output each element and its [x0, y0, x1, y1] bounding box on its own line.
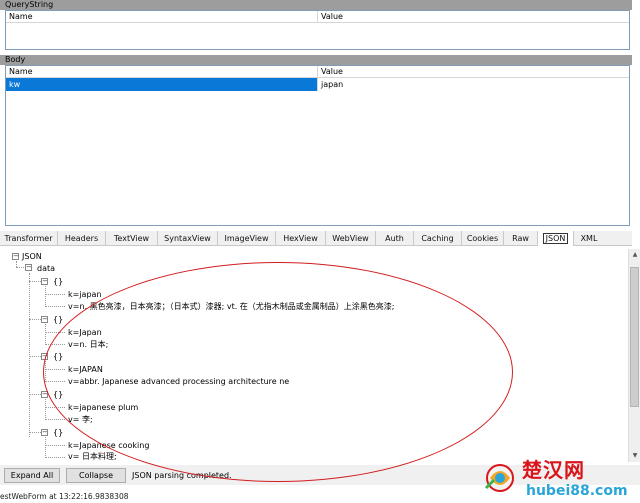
parse-status: JSON parsing completed.: [132, 471, 232, 480]
watermark-url: hubei88.com: [526, 483, 628, 499]
querystring-col-name: Name: [6, 11, 318, 22]
tree-leaf-key[interactable]: k=Japanese cooking: [68, 440, 149, 451]
scroll-thumb[interactable]: [630, 267, 639, 407]
querystring-grid[interactable]: Name Value: [5, 10, 630, 50]
tab-hexview[interactable]: HexView: [276, 231, 326, 246]
tree-leaf-key[interactable]: k=japanese plum: [68, 402, 138, 413]
collapse-icon[interactable]: −: [12, 253, 19, 260]
tree-leaf-key[interactable]: k=JAPAN: [68, 364, 103, 375]
tab-transformer[interactable]: Transformer: [0, 231, 58, 246]
tab-raw[interactable]: Raw: [504, 231, 538, 246]
tab-auth[interactable]: Auth: [376, 231, 414, 246]
body-grid[interactable]: Name Value kw japan: [5, 65, 630, 226]
collapse-icon[interactable]: −: [41, 429, 48, 436]
json-tree[interactable]: − JSON − data − {} k=japan v=n. 黑色亮漆，日本亮…: [2, 249, 628, 462]
tab-syntaxview[interactable]: SyntaxView: [158, 231, 218, 246]
tree-node-item[interactable]: {}: [53, 389, 63, 400]
tree-scrollbar[interactable]: ▲ ▼: [628, 249, 640, 462]
querystring-title: QueryString: [0, 0, 632, 10]
querystring-header: Name Value: [6, 11, 629, 23]
watermark-logo-icon: [484, 464, 514, 492]
tree-node-item[interactable]: {}: [53, 351, 63, 362]
body-header: Name Value: [6, 66, 629, 78]
tree-leaf-value[interactable]: v= 李;: [68, 414, 93, 425]
tree-node-root[interactable]: JSON: [22, 251, 42, 262]
tree-node-item[interactable]: {}: [53, 314, 63, 325]
body-col-name: Name: [6, 66, 318, 77]
body-row[interactable]: kw japan: [6, 78, 629, 91]
tab-xml[interactable]: XML: [574, 231, 604, 246]
tree-leaf-value[interactable]: v=n. 日本;: [68, 339, 108, 350]
collapse-icon[interactable]: −: [25, 264, 32, 271]
collapse-button[interactable]: Collapse: [66, 468, 126, 483]
tab-webview[interactable]: WebView: [326, 231, 376, 246]
collapse-icon[interactable]: −: [41, 391, 48, 398]
collapse-icon[interactable]: −: [41, 278, 48, 285]
watermark: 楚汉网 hubei88.com: [480, 458, 640, 503]
tab-textview[interactable]: TextView: [106, 231, 158, 246]
watermark-cn: 楚汉网: [522, 458, 585, 482]
tree-node-item[interactable]: {}: [53, 427, 63, 438]
inspector-tabs: Transformer Headers TextView SyntaxView …: [0, 231, 632, 246]
body-row-name[interactable]: kw: [6, 78, 318, 91]
collapse-icon[interactable]: −: [41, 353, 48, 360]
tree-leaf-key[interactable]: k=japan: [68, 289, 102, 300]
body-row-value[interactable]: japan: [318, 78, 629, 91]
tab-cookies[interactable]: Cookies: [462, 231, 504, 246]
expand-all-button[interactable]: Expand All: [4, 468, 60, 483]
tree-leaf-value[interactable]: v=n. 黑色亮漆，日本亮漆；（日本式）漆器; vt. 在（尤指木制品或金属制品…: [68, 301, 394, 312]
tree-leaf-value[interactable]: v= 日本料理;: [68, 451, 117, 462]
body-col-value: Value: [321, 67, 343, 76]
tab-caching[interactable]: Caching: [414, 231, 462, 246]
tab-headers[interactable]: Headers: [58, 231, 106, 246]
collapse-icon[interactable]: −: [41, 316, 48, 323]
tab-json[interactable]: JSON: [538, 231, 574, 246]
querystring-col-value: Value: [321, 12, 343, 21]
tree-leaf-value[interactable]: v=abbr. Japanese advanced processing arc…: [68, 376, 289, 387]
scroll-up-icon[interactable]: ▲: [630, 250, 640, 260]
tree-node-data[interactable]: data: [37, 263, 55, 274]
tree-leaf-key[interactable]: k=Japan: [68, 327, 102, 338]
body-title: Body: [0, 55, 632, 65]
tab-imageview[interactable]: ImageView: [218, 231, 276, 246]
tree-node-item[interactable]: {}: [53, 276, 63, 287]
